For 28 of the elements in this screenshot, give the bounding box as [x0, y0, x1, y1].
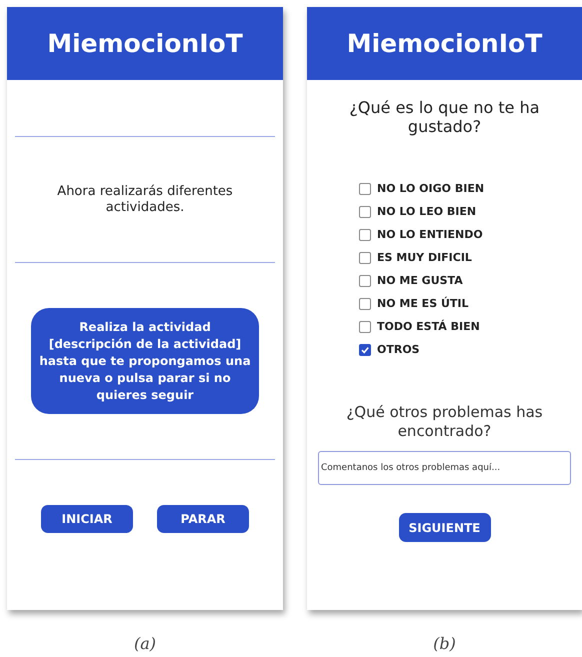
figure-caption: (b) — [432, 633, 457, 655]
comment-field[interactable]: Comentanos los otros problemas aquí... — [318, 451, 571, 485]
option-label: NO ME GUSTA — [377, 272, 463, 289]
checkbox[interactable] — [359, 298, 371, 310]
checkbox[interactable] — [359, 344, 371, 356]
next-button[interactable]: SIGUIENTE — [398, 513, 490, 542]
checkbox[interactable] — [359, 252, 371, 264]
figure-caption: (a) — [132, 633, 158, 655]
option-label: ES MUY DIFICIL — [377, 250, 472, 266]
option-label: OTROS — [377, 342, 420, 358]
option-label: NO LO LEO BIEN — [377, 204, 476, 220]
question-text: ¿Qué es lo que no te ha gustado? — [348, 98, 541, 136]
app-title: MiemocionIoT — [47, 28, 243, 60]
intro-text: Ahora realizarás diferentes actividades. — [56, 184, 234, 216]
checkbox[interactable] — [359, 229, 371, 241]
checkbox[interactable] — [359, 275, 371, 287]
checkbox[interactable] — [359, 321, 371, 333]
option-label: NO LO OIGO BIEN — [377, 180, 484, 197]
start-button[interactable]: INICIAR — [41, 505, 133, 533]
question-text: ¿Qué otros problemas has encontrado? — [345, 403, 544, 441]
option-label: NO ME ES ÚTIL — [377, 296, 468, 312]
instruction-text: Realiza la actividad [descripción de la actividad] hasta que te propongamos una nueva o pulsa parar si no quieres seguir — [39, 318, 251, 404]
checkbox[interactable] — [359, 206, 371, 218]
checkbox[interactable] — [359, 183, 371, 195]
stop-button[interactable]: PARAR — [157, 505, 249, 533]
option-label: TODO ESTÁ BIEN — [377, 318, 480, 335]
app-title: MiemocionIoT — [346, 28, 542, 60]
option-label: NO LO ENTIENDO — [377, 226, 483, 243]
